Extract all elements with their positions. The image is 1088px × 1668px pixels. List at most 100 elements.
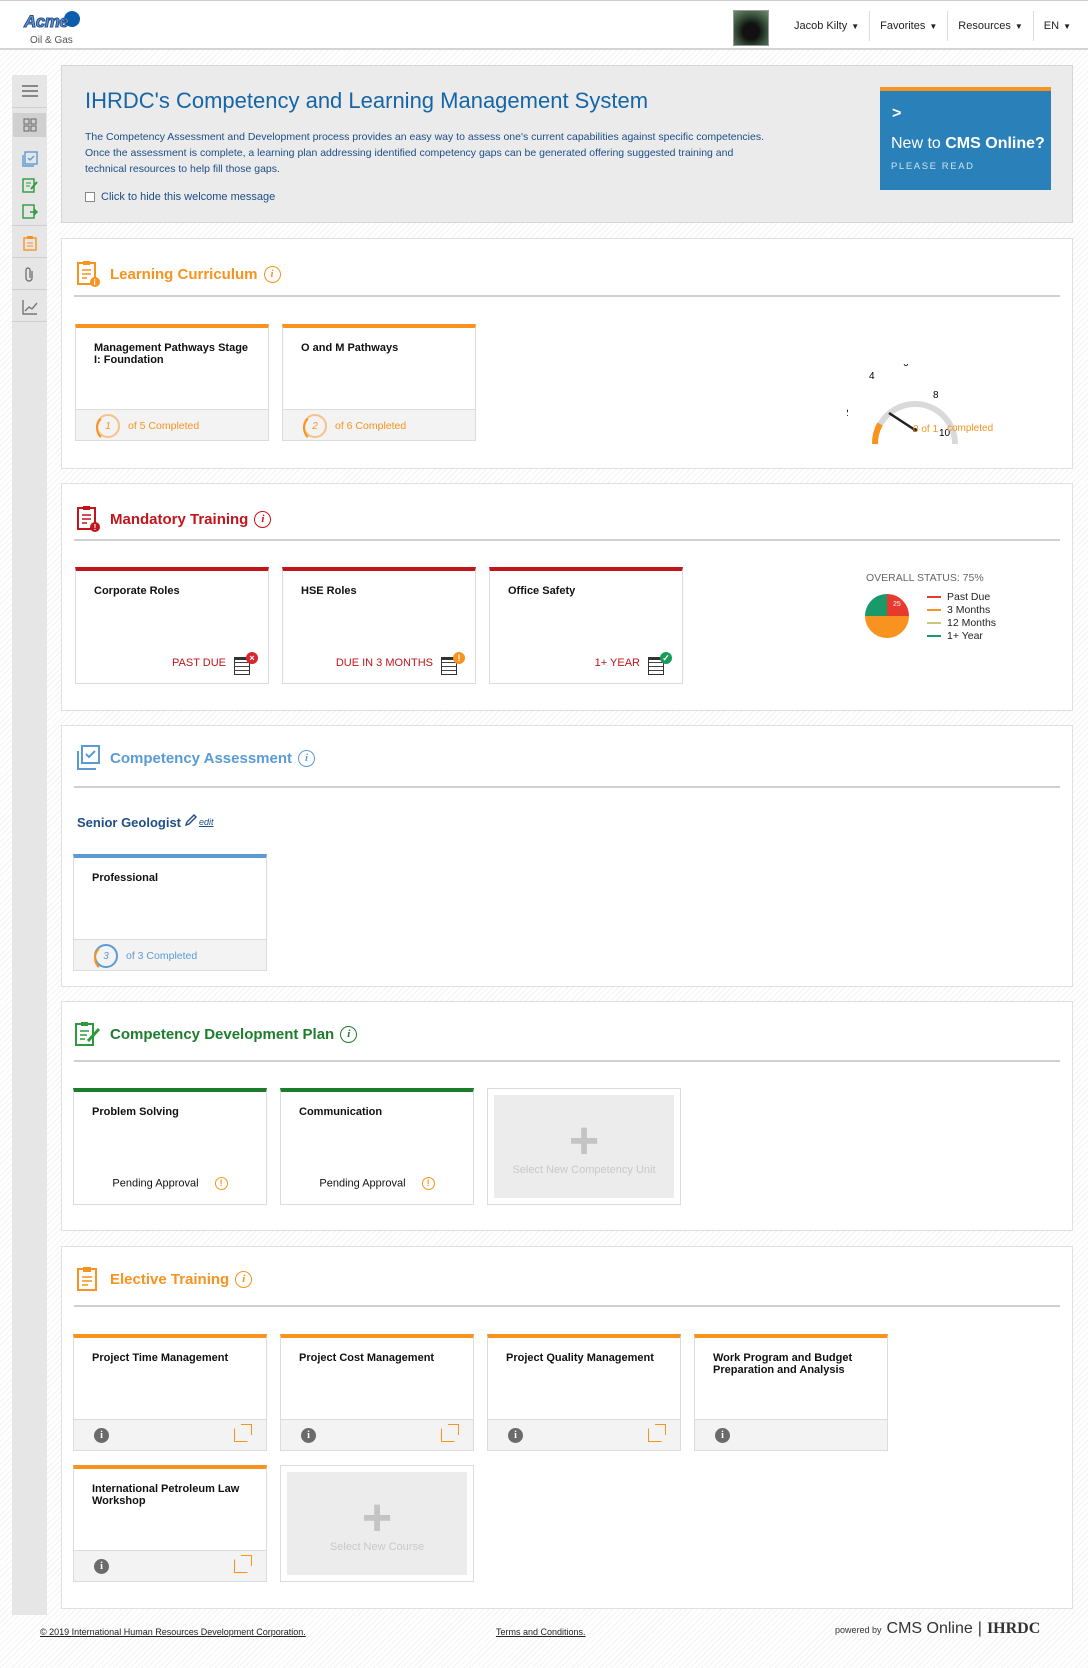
card-title: Project Quality Management bbox=[506, 1352, 654, 1364]
avatar[interactable] bbox=[733, 10, 769, 46]
dashboard-icon[interactable] bbox=[13, 113, 46, 137]
add-label: Select New Course bbox=[329, 1540, 425, 1553]
brand-divider: | bbox=[977, 1620, 982, 1637]
language-menu[interactable]: EN ▼ bbox=[1032, 11, 1081, 41]
user-menu[interactable]: Jacob Kilty ▼ bbox=[784, 11, 869, 41]
card-footer: 3 of 3 Completed bbox=[74, 939, 266, 972]
select-new-course-button[interactable]: + Select New Course bbox=[280, 1465, 474, 1582]
mandatory-card[interactable]: HSE Roles DUE IN 3 MONTHS ! bbox=[282, 567, 476, 684]
external-link-icon[interactable] bbox=[441, 1424, 459, 1442]
pie-legend: Past Due 3 Months 12 Months 1+ Year bbox=[927, 590, 996, 642]
legend-item: 3 Months bbox=[927, 603, 996, 616]
legend-label: Past Due bbox=[947, 590, 991, 603]
page-title: IHRDC's Competency and Learning Manageme… bbox=[85, 88, 649, 113]
terms-link[interactable]: Terms and Conditions. bbox=[496, 1627, 586, 1637]
plus-icon: + bbox=[361, 1488, 393, 1547]
add-card-inner: + Select New Competency Unit bbox=[494, 1095, 674, 1198]
card-footer: 1 of 5 Completed bbox=[76, 409, 268, 442]
edit-label: edit bbox=[199, 817, 214, 827]
chevron-down-icon: ▼ bbox=[1014, 21, 1023, 31]
status-badge: ✓ bbox=[660, 652, 672, 664]
brand-name: CMS Online bbox=[886, 1620, 973, 1637]
gauge-tick: 2 bbox=[847, 408, 849, 419]
external-link-icon[interactable] bbox=[234, 1424, 252, 1442]
elective-card[interactable]: Project Quality Management i bbox=[487, 1334, 681, 1451]
development-plan-icon bbox=[74, 1019, 102, 1049]
elective-card[interactable]: Project Cost Management i bbox=[280, 1334, 474, 1451]
pending-status: Pending Approval! bbox=[74, 1177, 266, 1190]
info-icon[interactable]: i bbox=[94, 1428, 109, 1443]
edit-role-link[interactable]: edit bbox=[184, 814, 214, 827]
info-icon[interactable]: i bbox=[508, 1428, 523, 1443]
status-badge: × bbox=[246, 652, 258, 664]
elective-icon[interactable] bbox=[13, 231, 46, 255]
card-title: HSE Roles bbox=[301, 585, 357, 597]
menu-icon[interactable] bbox=[13, 79, 46, 103]
hide-welcome-checkbox[interactable] bbox=[85, 192, 95, 202]
info-icon[interactable]: i bbox=[715, 1428, 730, 1443]
hide-welcome-toggle[interactable]: Click to hide this welcome message bbox=[85, 191, 275, 203]
card-title: International Petroleum Law Workshop bbox=[92, 1483, 240, 1507]
gauge-tick: 4 bbox=[869, 371, 875, 382]
card-title: O and M Pathways bbox=[301, 342, 399, 354]
development-card[interactable]: Communication Pending Approval! bbox=[280, 1088, 474, 1205]
info-icon[interactable]: i bbox=[94, 1559, 109, 1574]
cms-title-a: New to bbox=[891, 135, 946, 152]
brand-name-ihrdc: IHRDC bbox=[986, 1620, 1041, 1637]
info-icon[interactable]: i bbox=[254, 510, 272, 528]
mandatory-card[interactable]: Office Safety 1+ YEAR ✓ bbox=[489, 567, 683, 684]
development-card[interactable]: Problem Solving Pending Approval! bbox=[73, 1088, 267, 1205]
legend-label: 12 Months bbox=[947, 616, 997, 629]
curriculum-card[interactable]: Management Pathways Stage I: Foundation … bbox=[75, 324, 269, 442]
progress-text: of 6 Completed bbox=[335, 420, 407, 432]
elective-training-section: Elective Training i Project Time Managem… bbox=[61, 1246, 1073, 1609]
elective-card[interactable]: International Petroleum Law Workshop i bbox=[73, 1465, 267, 1582]
info-icon[interactable]: i bbox=[340, 1025, 358, 1043]
development-plan-icon[interactable] bbox=[13, 173, 46, 197]
card-title: Office Safety bbox=[508, 585, 576, 597]
svg-text:i: i bbox=[94, 278, 96, 287]
select-competency-unit-button[interactable]: + Select New Competency Unit bbox=[487, 1088, 681, 1205]
card-title: Management Pathways Stage I: Foundation bbox=[94, 342, 249, 366]
header-nav: Jacob Kilty ▼ Favorites ▼ Resources ▼ EN ▼ bbox=[784, 1, 1081, 51]
welcome-text: The Competency Assessment and Developmen… bbox=[85, 131, 765, 175]
section-title: Competency Assessment i bbox=[74, 743, 316, 773]
info-icon[interactable]: i bbox=[235, 1270, 253, 1288]
acme-logo[interactable]: Acme Oil & Gas bbox=[20, 7, 90, 47]
cms-online-banner[interactable]: > New to CMS Online? PLEASE READ bbox=[880, 87, 1051, 190]
info-icon[interactable]: i bbox=[263, 265, 281, 283]
mandatory-card[interactable]: Corporate Roles PAST DUE × bbox=[75, 567, 269, 684]
chevron-right-icon: > bbox=[892, 105, 902, 122]
card-title: Project Cost Management bbox=[299, 1352, 435, 1364]
curriculum-icon: i bbox=[74, 259, 102, 289]
card-title: Work Program and Budget Preparation and … bbox=[713, 1352, 853, 1376]
favorites-menu[interactable]: Favorites ▼ bbox=[869, 11, 947, 41]
pending-status: Pending Approval! bbox=[281, 1177, 473, 1190]
attachment-icon[interactable] bbox=[13, 263, 46, 287]
external-link-icon[interactable] bbox=[234, 1555, 252, 1573]
external-link-icon[interactable] bbox=[648, 1424, 666, 1442]
elective-card[interactable]: Work Program and Budget Preparation and … bbox=[694, 1334, 888, 1451]
reports-icon[interactable] bbox=[13, 295, 46, 319]
chevron-down-icon: ▼ bbox=[851, 21, 860, 31]
legend-item: 1+ Year bbox=[927, 629, 996, 642]
card-footer: i bbox=[74, 1550, 266, 1581]
legend-item: 12 Months bbox=[927, 616, 996, 629]
transfer-icon[interactable] bbox=[13, 199, 46, 223]
section-title: Competency Development Plan i bbox=[74, 1019, 358, 1049]
assessment-card[interactable]: Professional 3 of 3 Completed bbox=[73, 854, 267, 972]
copyright-link[interactable]: © 2019 International Human Resources Dev… bbox=[40, 1627, 306, 1637]
calendar-icon: × bbox=[234, 652, 258, 675]
elective-card[interactable]: Project Time Management i bbox=[73, 1334, 267, 1451]
calendar-icon: ✓ bbox=[648, 652, 672, 675]
chevron-down-icon: ▼ bbox=[929, 21, 938, 31]
card-title: Professional bbox=[92, 872, 159, 884]
due-status: DUE IN 3 MONTHS bbox=[335, 657, 433, 669]
info-icon[interactable]: i bbox=[301, 1428, 316, 1443]
section-title-text: Mandatory Training bbox=[110, 510, 249, 528]
info-icon[interactable]: i bbox=[298, 749, 316, 767]
resources-menu[interactable]: Resources ▼ bbox=[947, 11, 1033, 41]
assessment-icon[interactable] bbox=[13, 147, 46, 171]
cms-title-b: CMS Online? bbox=[945, 135, 1045, 152]
curriculum-card[interactable]: O and M Pathways 2 of 6 Completed bbox=[282, 324, 476, 442]
